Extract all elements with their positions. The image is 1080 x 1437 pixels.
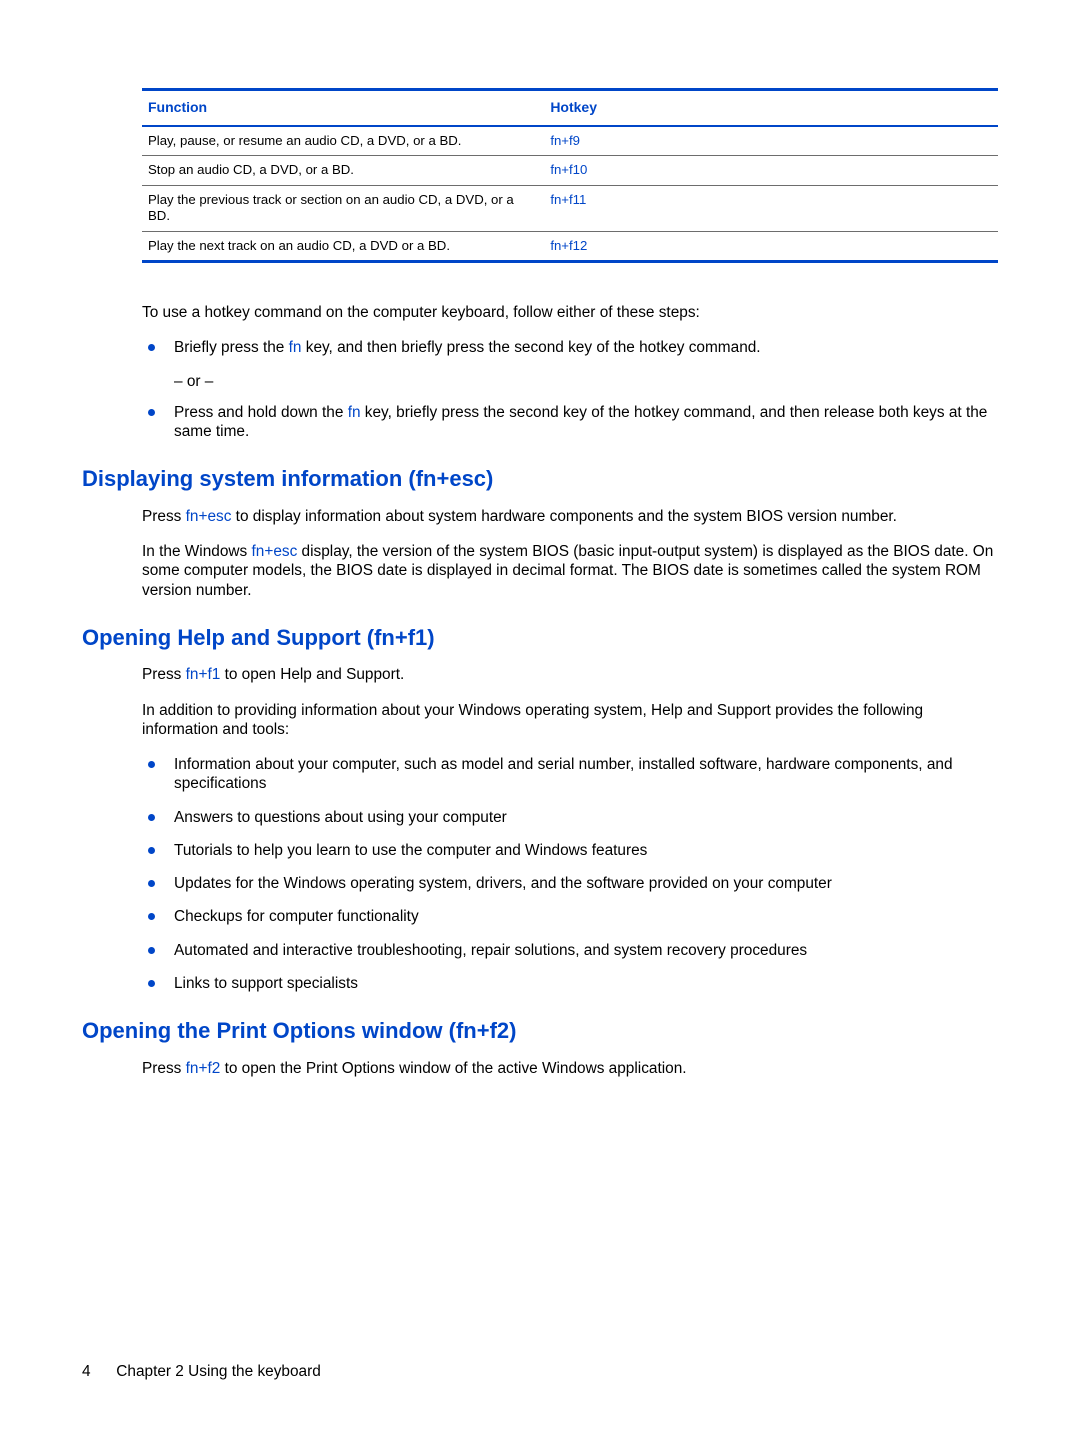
cell-hotkey: fn+f10 xyxy=(544,156,998,186)
table-row: Play the next track on an audio CD, a DV… xyxy=(142,231,998,262)
list-item: Answers to questions about using your co… xyxy=(142,808,998,827)
hotkey-inline: fn+f2 xyxy=(186,1060,221,1077)
list-item: Tutorials to help you learn to use the c… xyxy=(142,841,998,860)
sysinfo-paragraph-2: In the Windows fn+esc display, the versi… xyxy=(142,542,998,600)
list-item-text: Automated and interactive troubleshootin… xyxy=(174,942,807,959)
text: to display information about system hard… xyxy=(231,508,897,525)
list-item: Information about your computer, such as… xyxy=(142,755,998,794)
list-item: Press and hold down the fn key, briefly … xyxy=(142,403,998,442)
intro-paragraph: To use a hotkey command on the computer … xyxy=(142,303,998,322)
list-item-text: Information about your computer, such as… xyxy=(174,756,953,792)
hotkey-inline: fn+esc xyxy=(252,543,298,560)
section-heading-print: Opening the Print Options window (fn+f2) xyxy=(82,1017,998,1045)
cell-hotkey: fn+f11 xyxy=(544,185,998,231)
text: In the Windows xyxy=(142,543,252,560)
list-item-text: Updates for the Windows operating system… xyxy=(174,875,832,892)
content-column: Function Hotkey Play, pause, or resume a… xyxy=(142,88,998,1078)
page-number: 4 xyxy=(82,1362,112,1381)
help-paragraph-2: In addition to providing information abo… xyxy=(142,701,998,740)
list-item: Updates for the Windows operating system… xyxy=(142,874,998,893)
hotkey-inline: fn+esc xyxy=(186,508,232,525)
table-header-hotkey: Hotkey xyxy=(544,90,998,126)
list-item: Briefly press the fn key, and then brief… xyxy=(142,338,998,391)
text: Press xyxy=(142,508,186,525)
table-row: Play, pause, or resume an audio CD, a DV… xyxy=(142,126,998,156)
chapter-label: Chapter 2 Using the keyboard xyxy=(116,1363,320,1380)
table-row: Stop an audio CD, a DVD, or a BD. fn+f10 xyxy=(142,156,998,186)
fn-key: fn xyxy=(289,339,302,356)
text: Press xyxy=(142,666,186,683)
list-item-text: Checkups for computer functionality xyxy=(174,908,419,925)
list-item-text: Tutorials to help you learn to use the c… xyxy=(174,842,647,859)
table-header-function: Function xyxy=(142,90,544,126)
cell-function: Play the next track on an audio CD, a DV… xyxy=(142,231,544,262)
fn-key: fn xyxy=(348,404,361,421)
bullet-text-pre: Briefly press the xyxy=(174,339,289,356)
hotkey-inline: fn+f1 xyxy=(186,666,221,683)
bullet-text-pre: Press and hold down the xyxy=(174,404,348,421)
list-item-text: Links to support specialists xyxy=(174,975,358,992)
list-item: Links to support specialists xyxy=(142,974,998,993)
section-heading-sysinfo: Displaying system information (fn+esc) xyxy=(82,465,998,493)
text: to open Help and Support. xyxy=(220,666,404,683)
print-paragraph-1: Press fn+f2 to open the Print Options wi… xyxy=(142,1059,998,1078)
table-row: Play the previous track or section on an… xyxy=(142,185,998,231)
list-item: Automated and interactive troubleshootin… xyxy=(142,941,998,960)
list-item: Checkups for computer functionality xyxy=(142,907,998,926)
text: to open the Print Options window of the … xyxy=(220,1060,686,1077)
list-item-text: Answers to questions about using your co… xyxy=(174,809,507,826)
bullet-text-post: key, and then briefly press the second k… xyxy=(301,339,760,356)
cell-hotkey: fn+f9 xyxy=(544,126,998,156)
text: Press xyxy=(142,1060,186,1077)
cell-function: Play the previous track or section on an… xyxy=(142,185,544,231)
intro-bullet-list: Briefly press the fn key, and then brief… xyxy=(142,338,998,441)
cell-hotkey: fn+f12 xyxy=(544,231,998,262)
help-paragraph-1: Press fn+f1 to open Help and Support. xyxy=(142,665,998,684)
page-footer: 4 Chapter 2 Using the keyboard xyxy=(82,1362,321,1381)
page-container: Function Hotkey Play, pause, or resume a… xyxy=(0,0,1080,1437)
cell-function: Play, pause, or resume an audio CD, a DV… xyxy=(142,126,544,156)
section-heading-help: Opening Help and Support (fn+f1) xyxy=(82,624,998,652)
sysinfo-paragraph-1: Press fn+esc to display information abou… xyxy=(142,507,998,526)
or-separator: – or – xyxy=(174,372,998,391)
help-items-list: Information about your computer, such as… xyxy=(142,755,998,993)
hotkey-table: Function Hotkey Play, pause, or resume a… xyxy=(142,88,998,263)
cell-function: Stop an audio CD, a DVD, or a BD. xyxy=(142,156,544,186)
